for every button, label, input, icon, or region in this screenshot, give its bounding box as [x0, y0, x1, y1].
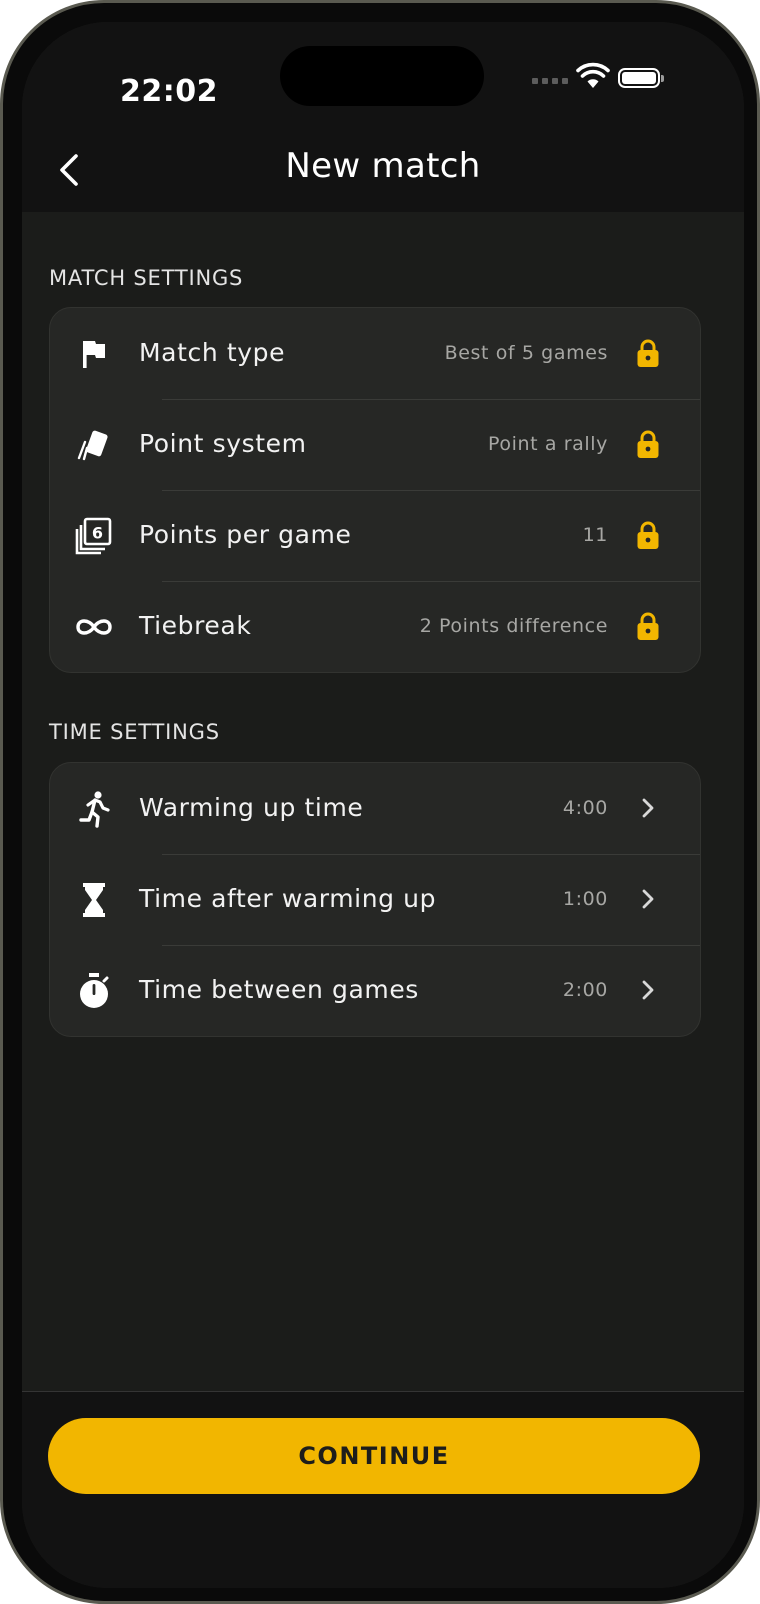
- lock-icon: [637, 521, 659, 549]
- setting-label: Points per game: [139, 520, 352, 549]
- time-settings-card: Warming up time 4:00 Time after warming …: [49, 762, 701, 1037]
- bottom-action-bar: CONTINUE: [22, 1391, 744, 1588]
- setting-value: 2 Points difference: [419, 615, 608, 637]
- setting-row-tiebreak[interactable]: Tiebreak 2 Points difference: [50, 581, 700, 672]
- svg-text:6: 6: [92, 524, 103, 543]
- chevron-right-icon: [642, 798, 654, 818]
- lock-icon: [637, 339, 659, 367]
- setting-row-point-system[interactable]: Point system Point a rally: [50, 399, 700, 490]
- infinity-icon: [76, 619, 112, 635]
- flag-icon: [83, 341, 105, 368]
- setting-value: 1:00: [562, 888, 608, 910]
- lock-icon: [637, 612, 659, 640]
- number-six-icon: 6: [75, 517, 112, 555]
- continue-button[interactable]: CONTINUE: [48, 1418, 700, 1494]
- chevron-right-icon: [642, 889, 654, 909]
- setting-row-match-type[interactable]: Match type Best of 5 games: [50, 308, 700, 399]
- wifi-icon: [576, 62, 610, 88]
- cards-icon: [77, 430, 108, 461]
- hourglass-icon: [83, 883, 105, 917]
- setting-label: Warming up time: [139, 793, 364, 822]
- setting-row-warming-up-time[interactable]: Warming up time 4:00: [50, 763, 700, 854]
- setting-row-time-after-warming-up[interactable]: Time after warming up 1:00: [50, 854, 700, 945]
- cellular-signal-icon: [532, 78, 568, 84]
- setting-value: 4:00: [562, 797, 608, 819]
- setting-row-points-per-game[interactable]: 6 Points per game 11: [50, 490, 700, 581]
- setting-value: Point a rally: [488, 433, 608, 455]
- page-title: New match: [285, 146, 481, 186]
- screen: 22:02 New match MATCH SETTINGS Match typ…: [22, 22, 744, 1588]
- running-person-icon: [79, 791, 110, 828]
- setting-label: Point system: [139, 429, 307, 458]
- setting-label: Match type: [139, 338, 286, 367]
- status-bar: 22:02 New match: [22, 22, 744, 212]
- setting-label: Time after warming up: [139, 884, 437, 913]
- battery-icon: [618, 68, 664, 88]
- setting-value: 11: [582, 524, 608, 546]
- nav-bar: New match: [22, 132, 744, 212]
- chevron-right-icon: [642, 980, 654, 1000]
- phone-frame: 22:02 New match MATCH SETTINGS Match typ…: [0, 0, 760, 1604]
- setting-label: Time between games: [139, 975, 419, 1004]
- setting-label: Tiebreak: [139, 611, 252, 640]
- setting-value: Best of 5 games: [444, 342, 608, 364]
- dynamic-island: [280, 46, 484, 106]
- setting-value: 2:00: [562, 979, 608, 1001]
- match-settings-section-label: MATCH SETTINGS: [49, 266, 244, 290]
- status-icons: [532, 62, 692, 98]
- time-settings-section-label: TIME SETTINGS: [49, 720, 220, 744]
- match-settings-card: Match type Best of 5 games Point system …: [49, 307, 701, 673]
- lock-icon: [637, 430, 659, 458]
- stopwatch-icon: [80, 973, 109, 1008]
- setting-row-time-between-games[interactable]: Time between games 2:00: [50, 945, 700, 1036]
- status-time: 22:02: [120, 74, 218, 109]
